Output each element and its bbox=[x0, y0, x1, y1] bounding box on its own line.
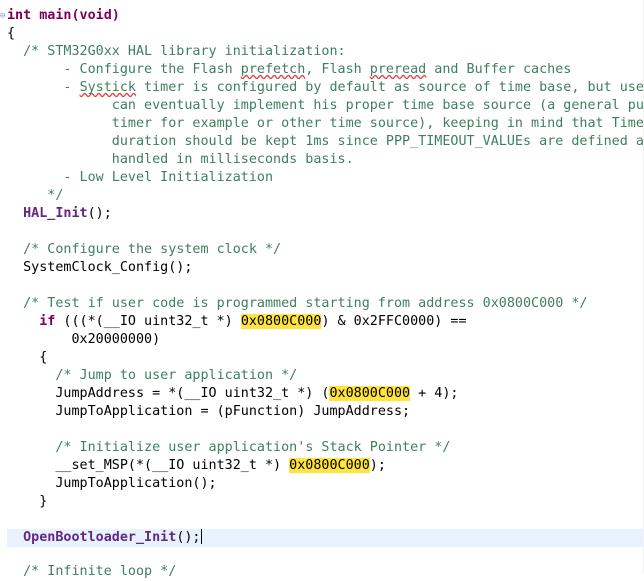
keyword: if bbox=[39, 314, 56, 329]
comment-line: timer for example or other time source),… bbox=[7, 116, 644, 131]
comment-line: - Configure the Flash prefetch, Flash pr… bbox=[7, 61, 571, 79]
code-line: HAL_Init(); bbox=[7, 205, 112, 223]
highlighted-address: 0x0800C000 bbox=[289, 458, 370, 473]
code-line: SystemClock_Config(); bbox=[7, 260, 193, 275]
comment-line: /* Initialize user application's Stack P… bbox=[7, 440, 451, 455]
comment-line: - Systick timer is configured by default… bbox=[7, 79, 644, 97]
code-line: JumpToApplication(); bbox=[7, 476, 217, 491]
code-text: ); bbox=[369, 458, 386, 473]
spellcheck-word: prefetch bbox=[240, 62, 306, 77]
code-text: (); bbox=[176, 530, 201, 545]
code-line: __set_MSP(*(__IO uint32_t *) 0x0800C000)… bbox=[7, 457, 386, 475]
code-line: } bbox=[7, 494, 48, 509]
comment-line: /* STM32G0xx HAL library initialization: bbox=[7, 44, 346, 59]
code-text: __set_MSP(*(__IO uint32_t *) bbox=[7, 458, 290, 473]
keyword: int main(void) bbox=[7, 8, 120, 23]
spellcheck-word: preread bbox=[369, 62, 427, 77]
comment-text: and Buffer caches bbox=[426, 62, 572, 77]
comment-line: handled in milliseconds basis. bbox=[7, 152, 354, 167]
function-call: OpenBootloader_Init bbox=[23, 530, 177, 545]
highlighted-address: 0x0800C000 bbox=[329, 386, 411, 401]
code-line: if (((*(__IO uint32_t *) 0x0800C000) & 0… bbox=[7, 313, 467, 331]
code-line: { bbox=[7, 26, 16, 41]
code-text: + 4); bbox=[410, 386, 459, 401]
comment-line: /* Test if user code is programmed start… bbox=[7, 296, 588, 311]
code-line: 0x20000000) bbox=[7, 332, 161, 347]
comment-line: - Low Level Initialization bbox=[7, 170, 274, 185]
spellcheck-word: Systick bbox=[79, 80, 136, 95]
comment-line: */ bbox=[7, 188, 64, 203]
code-line: JumpAddress = *(__IO uint32_t *) (0x0800… bbox=[7, 385, 458, 403]
comment-line: /* Configure the system clock */ bbox=[7, 242, 282, 257]
code-line: int main(void) bbox=[7, 7, 120, 25]
code-line: { bbox=[7, 350, 48, 365]
code-text: JumpAddress = *(__IO uint32_t *) ( bbox=[7, 386, 330, 401]
comment-text: , Flash bbox=[305, 62, 370, 77]
comment-line: /* Infinite loop */ bbox=[7, 564, 177, 579]
comment-line: duration should be kept 1ms since PPP_TI… bbox=[7, 134, 644, 149]
comment-text: timer is configured by default as source… bbox=[136, 80, 644, 95]
code-text: ) & 0x2FFC0000) == bbox=[321, 314, 467, 329]
fold-collapse-icon[interactable]: ⊖ bbox=[0, 11, 5, 21]
function-call: HAL_Init bbox=[23, 206, 88, 221]
comment-line: /* Jump to user application */ bbox=[7, 368, 298, 383]
comment-line: can eventually implement his proper time… bbox=[7, 98, 644, 113]
text-caret bbox=[200, 529, 202, 544]
code-text: (); bbox=[87, 206, 112, 221]
comment-text: - bbox=[7, 80, 80, 95]
code-text: (((*(__IO uint32_t *) bbox=[55, 314, 241, 329]
current-line[interactable]: OpenBootloader_Init(); bbox=[7, 529, 644, 547]
comment-text: - Configure the Flash bbox=[7, 62, 241, 77]
highlighted-address: 0x0800C000 bbox=[240, 314, 322, 329]
code-line: JumpToApplication = (pFunction) JumpAddr… bbox=[7, 404, 411, 419]
code-editor[interactable]: ⊖ int main(void) { /* STM32G0xx HAL libr… bbox=[0, 0, 644, 579]
